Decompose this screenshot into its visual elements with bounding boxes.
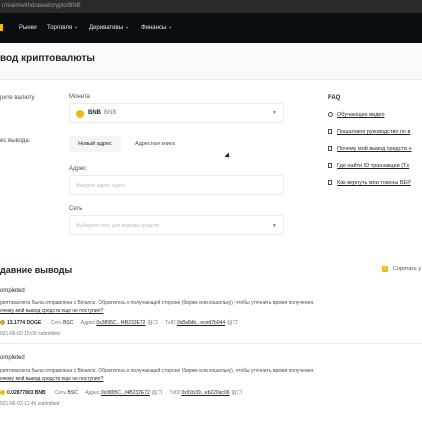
- select-coin-step-label: рите валюту: [0, 95, 35, 101]
- tab-address-book[interactable]: Адресная книга: [135, 141, 175, 147]
- top-nav: Рынки Торговля ▼ Деривативы ▼ Финансы ▼: [0, 13, 422, 43]
- nav-finance[interactable]: Финансы ▼: [141, 25, 172, 31]
- txid-link[interactable]: 0x91b39...eb220ac06: [181, 390, 229, 396]
- chevron-down-icon: ▼: [74, 25, 79, 30]
- address-placeholder: Введите адрес адрес: [76, 183, 126, 189]
- address-link[interactable]: 0x3895C...f4B232E72: [96, 320, 145, 326]
- copy-icon[interactable]: ❐: [153, 320, 157, 326]
- hide-checkbox[interactable]: ✓: [382, 266, 388, 272]
- record-help-link[interactable]: очему мой вывод средств еще не поступил?: [0, 308, 103, 314]
- network-label: Сеть: [69, 206, 83, 212]
- chevron-down-icon: ▼: [272, 223, 277, 229]
- document-icon: [328, 129, 332, 134]
- address-step-label: ес вывода:: [0, 138, 31, 144]
- coin-name: BNB: [104, 110, 117, 116]
- address-label: Адрес: [69, 166, 87, 172]
- coin-label: Монета: [69, 94, 90, 100]
- txid-link[interactable]: 0x8a8db...eced7b044: [177, 320, 225, 326]
- page-header: вод криптовалюты: [0, 43, 422, 80]
- chevron-down-icon: ▼: [125, 25, 129, 30]
- document-icon: [328, 163, 332, 168]
- document-icon: [328, 180, 332, 185]
- record-message: риптовалюта была отправлена с Binance. О…: [0, 368, 315, 374]
- copy-icon[interactable]: ❐: [237, 390, 241, 396]
- record-date: 021-06-03 11:46 submitted: [0, 401, 60, 407]
- chevron-down-icon: ▼: [272, 110, 277, 116]
- logo: [0, 24, 3, 31]
- record-date: 021-06-03 15:09 submitted: [0, 331, 60, 337]
- play-icon: [328, 112, 333, 117]
- address-bar[interactable]: r/main/withdrawal/crypto/BNB: [0, 0, 422, 13]
- coin-select[interactable]: BNB BNB ▼: [69, 103, 284, 123]
- coin-symbol: BNB: [88, 110, 101, 116]
- recent-withdrawals-title: давние выводы: [0, 265, 73, 275]
- bnb-coin-icon: [76, 110, 84, 118]
- hide-label: Спрятать у: [393, 266, 421, 272]
- doge-coin-icon: [0, 320, 5, 325]
- record-help-link[interactable]: очему мой вывод средств еще не поступил?: [0, 376, 103, 382]
- mouse-cursor: [224, 152, 232, 160]
- network-placeholder: Выберите сеть для вывода средств: [76, 223, 159, 229]
- document-icon: [328, 146, 332, 151]
- nav-derivatives[interactable]: Деривативы ▼: [89, 25, 129, 31]
- faq-item-return-tokens[interactable]: Как вернуть мои токены BEP: [328, 180, 411, 186]
- record-status: ompleted: [0, 288, 25, 294]
- network-select[interactable]: Выберите сеть для вывода средств ▼: [69, 215, 284, 235]
- bnb-coin-icon: [0, 390, 5, 395]
- divider: [0, 343, 422, 344]
- nav-trade[interactable]: Торговля ▼: [47, 25, 78, 31]
- faq-item-video[interactable]: Обучающее видео: [328, 112, 385, 118]
- record-message: риптовалюта была отправлена с Binance. О…: [0, 300, 315, 306]
- tab-new-address[interactable]: Новый адрес: [69, 136, 121, 152]
- faq-item-txid[interactable]: Где найти ID транзакции (Tx: [328, 163, 409, 169]
- page-content: вод криптовалюты рите валюту Монета BNB …: [0, 43, 422, 424]
- nav-markets[interactable]: Рынки: [19, 25, 37, 31]
- copy-icon[interactable]: ❐: [158, 390, 162, 396]
- record-details: 13.1774 DOGE Сеть BSC Адрес 0x3895C...f4…: [0, 320, 237, 326]
- faq-title: FAQ: [328, 95, 341, 101]
- address-input[interactable]: Введите адрес адрес: [69, 175, 284, 195]
- faq-item-guide[interactable]: Пошаговое руководство по в: [328, 129, 410, 135]
- address-link[interactable]: 0x3895C...f4B232E72: [101, 390, 150, 396]
- copy-icon[interactable]: ❐: [233, 320, 237, 326]
- record-details: 0.02877803 BNB Сеть BSC Адрес 0x3895C...…: [0, 390, 242, 396]
- page-title: вод криптовалюты: [0, 53, 95, 64]
- faq-item-why-not-arrived[interactable]: Почему мой вывод средств н: [328, 146, 412, 152]
- record-status: ompleted: [0, 355, 25, 361]
- chevron-down-icon: ▼: [168, 25, 173, 30]
